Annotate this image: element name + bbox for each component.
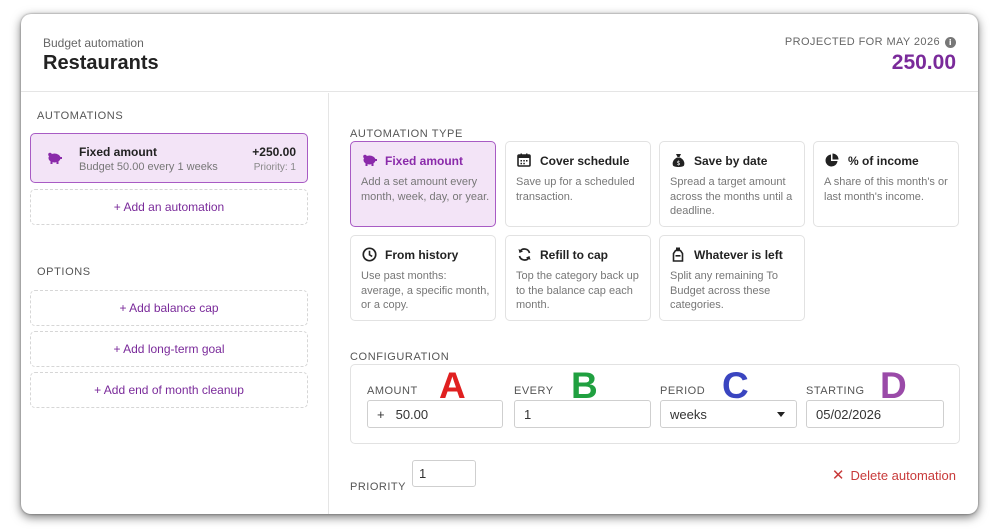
period-label: PERIOD	[660, 385, 706, 397]
priority-input[interactable]: 1	[412, 460, 476, 487]
configuration-box: AMOUNT A + 50.00 EVERY B 1 PERIOD C week…	[350, 364, 960, 444]
type-description: Spread a target amount across the months…	[670, 176, 793, 217]
type-card-whatever-is-left[interactable]: Whatever is left Split any remaining To …	[659, 235, 805, 321]
options-section-label: OPTIONS	[37, 266, 91, 278]
automation-card-fixed-amount[interactable]: Fixed amount Budget 50.00 every 1 weeks …	[30, 133, 308, 183]
priority-label: PRIORITY	[350, 481, 406, 493]
type-card-save-by-date[interactable]: $ Save by date Spread a target amount ac…	[659, 141, 805, 227]
type-name: % of income	[848, 154, 919, 168]
left-panel: AUTOMATIONS Fixed amount Budget 50.00 ev…	[21, 93, 329, 514]
type-card-cover-schedule[interactable]: Cover schedule Save up for a scheduled t…	[505, 141, 651, 227]
delete-automation-label: Delete automation	[850, 467, 956, 483]
projected-label-text: PROJECTED FOR MAY 2026	[784, 36, 940, 48]
type-description: Add a set amount every month, week, day,…	[361, 176, 490, 203]
type-description: Top the category back up to the balance …	[516, 270, 639, 311]
info-icon[interactable]: i	[945, 36, 956, 48]
money-bag-icon: $	[670, 153, 686, 172]
add-balance-cap-button[interactable]: + Add balance cap	[30, 290, 308, 326]
type-name: Whatever is left	[694, 248, 783, 262]
configuration-label: CONFIGURATION	[350, 351, 450, 363]
type-card-refill-to-cap[interactable]: Refill to cap Top the category back up t…	[505, 235, 651, 321]
type-description: Save up for a scheduled transaction.	[516, 176, 635, 203]
piggy-bank-icon	[47, 151, 62, 167]
budget-automation-modal: Budget automation Restaurants PROJECTED …	[21, 14, 978, 514]
period-select[interactable]: weeks	[660, 400, 797, 428]
clock-icon	[361, 247, 377, 266]
right-panel: AUTOMATION TYPE Fixed amount Add a set a…	[330, 93, 978, 514]
piggy-bank-icon	[361, 153, 377, 170]
type-name: From history	[385, 248, 459, 262]
amount-label: AMOUNT	[367, 385, 418, 397]
modal-subtitle: Budget automation	[43, 36, 144, 50]
starting-date-input[interactable]: 05/02/2026	[806, 400, 944, 428]
svg-text:$: $	[676, 160, 680, 167]
type-name: Refill to cap	[540, 248, 609, 262]
automations-section-label: AUTOMATIONS	[37, 110, 124, 122]
refresh-icon	[516, 247, 532, 266]
calendar-icon	[516, 153, 532, 171]
type-card-percent-of-income[interactable]: % of income A share of this month's or l…	[813, 141, 959, 227]
add-automation-button[interactable]: + Add an automation	[30, 189, 308, 225]
projected-value: 250.00	[891, 51, 956, 74]
type-card-from-history[interactable]: From history Use past months: average, a…	[350, 235, 496, 321]
modal-header: Budget automation Restaurants PROJECTED …	[21, 14, 978, 92]
amount-value: 50.00	[395, 406, 429, 422]
automation-type-label: AUTOMATION TYPE	[350, 128, 463, 140]
amount-prefix: +	[377, 406, 385, 422]
chevron-down-icon	[777, 412, 785, 417]
every-input[interactable]: 1	[514, 400, 651, 428]
automation-name: Fixed amount	[79, 145, 158, 159]
type-description: A share of this month's or last month's …	[824, 176, 948, 203]
modal-title: Restaurants	[43, 52, 159, 74]
add-end-of-month-cleanup-button[interactable]: + Add end of month cleanup	[30, 372, 308, 408]
add-long-term-goal-button[interactable]: + Add long-term goal	[30, 331, 308, 367]
amount-input[interactable]: + 50.00	[367, 400, 503, 428]
pie-chart-icon	[824, 153, 840, 171]
type-name: Save by date	[694, 154, 768, 168]
every-label: EVERY	[514, 385, 554, 397]
type-description: Split any remaining To Budget across the…	[670, 270, 779, 311]
type-description: Use past months: average, a specific mon…	[361, 270, 490, 311]
type-name: Cover schedule	[540, 154, 630, 168]
type-name: Fixed amount	[385, 154, 464, 168]
automation-priority: Priority: 1	[253, 162, 296, 173]
starting-label: STARTING	[806, 385, 865, 397]
automation-amount: +250.00	[252, 145, 296, 159]
close-icon: ✕	[831, 466, 845, 484]
delete-automation-button[interactable]: ✕ Delete automation	[832, 466, 956, 484]
period-value: weeks	[670, 406, 707, 422]
projected-label: PROJECTED FOR MAY 2026 i	[785, 36, 956, 48]
type-card-fixed-amount[interactable]: Fixed amount Add a set amount every mont…	[350, 141, 496, 227]
automation-description: Budget 50.00 every 1 weeks	[79, 161, 218, 173]
bottle-icon	[670, 247, 686, 266]
